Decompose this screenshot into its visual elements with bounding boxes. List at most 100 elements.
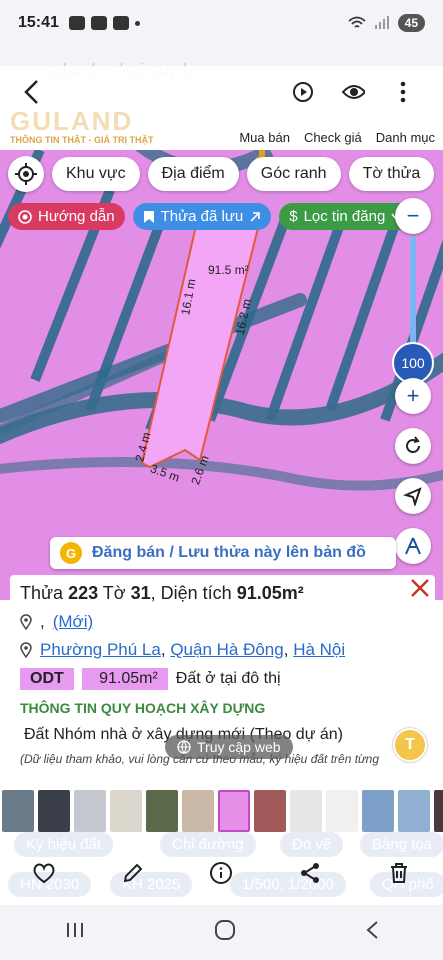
- open-web-label: Truy cập web: [197, 739, 281, 755]
- pencil-icon: [123, 863, 143, 883]
- back-chevron-icon: [365, 920, 378, 939]
- share-button[interactable]: [296, 859, 324, 887]
- saved-plots-button[interactable]: Thửa đã lưu: [132, 203, 272, 230]
- thumbnail[interactable]: [362, 790, 394, 832]
- action-bar: [0, 852, 443, 894]
- new-address-link[interactable]: (Mới): [53, 612, 93, 632]
- thumbnail[interactable]: [434, 790, 443, 832]
- guland-logo[interactable]: GULAND THÔNG TIN THẬT - GIÁ TRỊ THẬT: [10, 106, 153, 145]
- more-menu-button[interactable]: [391, 80, 415, 104]
- thumbnail[interactable]: [74, 790, 106, 832]
- open-web-button[interactable]: Truy cập web: [165, 735, 293, 759]
- close-panel-button[interactable]: [407, 577, 433, 603]
- back-button[interactable]: [22, 78, 52, 108]
- recent-apps-button[interactable]: [65, 921, 85, 945]
- info-button[interactable]: [207, 859, 235, 887]
- video-tour-button[interactable]: [291, 80, 315, 104]
- nav-buy-sell[interactable]: Mua bán: [239, 130, 290, 145]
- listing-filter-button[interactable]: $ Lọc tin đăng: [279, 203, 412, 230]
- post-icon: G: [60, 542, 82, 564]
- thumbnail[interactable]: [110, 790, 142, 832]
- chip-location[interactable]: Địa điểm: [147, 157, 239, 191]
- recents-icon: [66, 922, 83, 937]
- measure-button[interactable]: [395, 528, 431, 564]
- globe-icon: [177, 740, 191, 754]
- land-use-desc: Đất ở tại đô thị: [175, 670, 281, 687]
- filter-chips-row: Khu vực Địa điểm Góc ranh Tờ thửa: [8, 156, 435, 192]
- listing-filter-label: Lọc tin đăng: [303, 208, 386, 225]
- land-use-code: ODT: [20, 668, 74, 690]
- thumbnail[interactable]: [290, 790, 322, 832]
- thumbnail[interactable]: [398, 790, 430, 832]
- notification-icons: [68, 16, 140, 30]
- guide-label: Hướng dẫn: [38, 208, 115, 225]
- info-icon: [210, 862, 233, 884]
- nav-categories[interactable]: Danh mục: [376, 130, 435, 145]
- thumbnail[interactable]: [182, 790, 214, 832]
- delete-button[interactable]: [385, 859, 413, 887]
- refresh-icon: [406, 436, 420, 453]
- plot-number: 223: [68, 583, 99, 603]
- guide-button[interactable]: Hướng dẫn: [8, 203, 125, 230]
- home-circle-icon: [214, 919, 235, 940]
- chip-corner[interactable]: Góc ranh: [246, 157, 341, 191]
- thumbnail[interactable]: [146, 790, 178, 832]
- translate-button[interactable]: T: [393, 728, 427, 762]
- zoom-in-button[interactable]: +: [395, 378, 431, 414]
- my-location-button[interactable]: [8, 156, 44, 192]
- thumbnail[interactable]: [254, 790, 286, 832]
- chevron-left-icon: [24, 80, 38, 104]
- thumbnail[interactable]: [2, 790, 34, 832]
- ward-link[interactable]: Phường Phú La: [40, 640, 161, 659]
- message-icon: [68, 16, 85, 30]
- plus-icon: +: [406, 383, 420, 408]
- address-new-row: , (Mới): [20, 612, 425, 632]
- chip-area[interactable]: Khu vực: [52, 157, 140, 191]
- status-time: 15:41: [18, 14, 59, 31]
- chip-sheet-plot[interactable]: Tờ thửa: [348, 157, 435, 191]
- arrow-up-right-icon: [250, 211, 261, 222]
- thumbnail[interactable]: [38, 790, 70, 832]
- app-header: GULAND THÔNG TIN THẬT - GIÁ TRỊ THẬT Mua…: [0, 66, 443, 152]
- system-back-button[interactable]: [365, 920, 379, 946]
- thumbnail-selected[interactable]: [218, 790, 250, 832]
- secondary-chips-row: Hướng dẫn Thửa đã lưu $ Lọc tin đăng: [8, 203, 412, 230]
- record-icon: [18, 209, 32, 224]
- heart-icon: [33, 863, 55, 884]
- status-bar: 15:41 45: [0, 0, 443, 46]
- address-sep: ,: [283, 640, 289, 659]
- brand-name: GULAND: [10, 106, 134, 136]
- district-link[interactable]: Quận Hà Đông: [170, 640, 283, 659]
- close-icon: [411, 579, 429, 597]
- nav-check-price[interactable]: Check giá: [304, 130, 362, 145]
- share-icon: [301, 863, 320, 883]
- plot-title: Thửa 223 Tờ 31, Diện tích 91.05m²: [20, 583, 425, 604]
- navigate-button[interactable]: [395, 478, 431, 514]
- navigation-arrow-icon: [403, 487, 422, 506]
- favorite-button[interactable]: [30, 859, 58, 887]
- map-side-buttons: +: [395, 378, 431, 564]
- address-separator: ,: [40, 612, 45, 631]
- h-app-icon: [90, 16, 107, 30]
- plot-area: 91.05m²: [236, 583, 304, 603]
- measure-icon: [405, 537, 421, 555]
- post-listing-banner[interactable]: G Đăng bán / Lưu thửa này lên bản đồ: [50, 537, 396, 569]
- city-link[interactable]: Hà Nội: [293, 640, 345, 659]
- land-use-area: 91.05m²: [81, 668, 168, 690]
- zoom-out-button[interactable]: −: [395, 198, 431, 234]
- dollar-icon: $: [289, 208, 298, 225]
- eye-icon: [341, 85, 365, 99]
- home-button[interactable]: [214, 919, 236, 947]
- post-banner-text: Đăng bán / Lưu thửa này lên bản đồ: [92, 544, 366, 561]
- edit-button[interactable]: [119, 859, 147, 887]
- planning-section-title: THÔNG TIN QUY HOẠCH XÂY DỰNG: [20, 700, 266, 716]
- sheet-number: 31: [130, 583, 151, 603]
- thumbnail[interactable]: [326, 790, 358, 832]
- wifi-icon: [348, 16, 366, 28]
- title-area-prefix: , Diện tích: [150, 583, 237, 603]
- refresh-button[interactable]: [395, 428, 431, 464]
- zoom-control: − 100: [392, 198, 434, 384]
- view-button[interactable]: [341, 80, 365, 104]
- kebab-icon: [400, 81, 406, 103]
- title-prefix: Thửa: [20, 583, 69, 603]
